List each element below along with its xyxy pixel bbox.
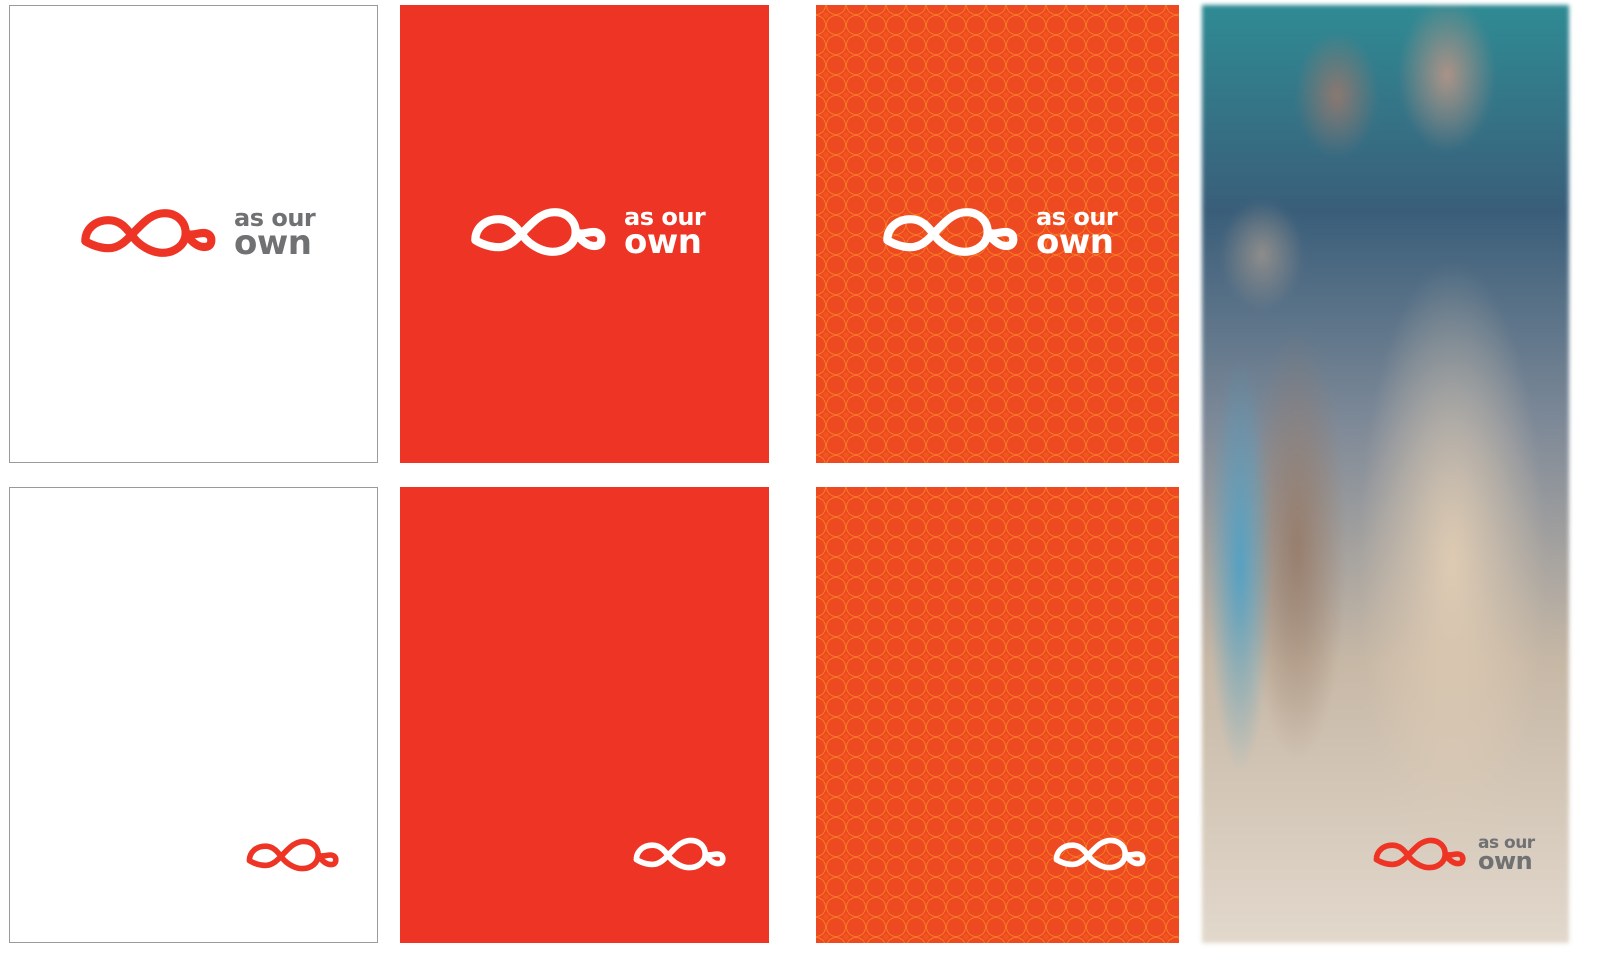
infinity-loop-icon <box>1050 836 1146 872</box>
red-panel-top: as our own <box>400 5 769 463</box>
logo-full: as our own <box>878 205 1118 262</box>
white-panel-top: as our own <box>9 5 378 463</box>
wordmark: as our own <box>624 205 706 262</box>
logo-full: as our own <box>466 205 706 262</box>
logo-mark-only <box>243 837 339 873</box>
wordmark-line-2: own <box>624 221 702 262</box>
infinity-loop-icon <box>1370 836 1466 872</box>
infinity-loop-icon <box>76 207 216 259</box>
pattern-panel-bottom <box>816 487 1179 943</box>
logo-mark-only <box>630 836 726 872</box>
infinity-loop-icon <box>878 206 1018 258</box>
red-panel-bottom <box>400 487 769 943</box>
white-panel-bottom <box>9 487 378 943</box>
wordmark-line-2: own <box>1036 221 1114 262</box>
logo-mark-only <box>1050 836 1146 872</box>
infinity-loop-icon <box>466 206 606 258</box>
infinity-loop-icon <box>630 836 726 872</box>
wordmark-line-2: own <box>1478 846 1533 875</box>
wordmark: as our own <box>1478 835 1535 875</box>
wordmark-line-2: own <box>234 222 312 263</box>
wordmark: as our own <box>234 206 316 263</box>
photo-logo: as our own <box>1370 835 1535 875</box>
pattern-panel-top: as our own <box>816 5 1179 463</box>
wordmark: as our own <box>1036 205 1118 262</box>
infinity-loop-icon <box>243 837 339 873</box>
logo-full: as our own <box>76 206 316 263</box>
photo-panel <box>1202 5 1569 943</box>
